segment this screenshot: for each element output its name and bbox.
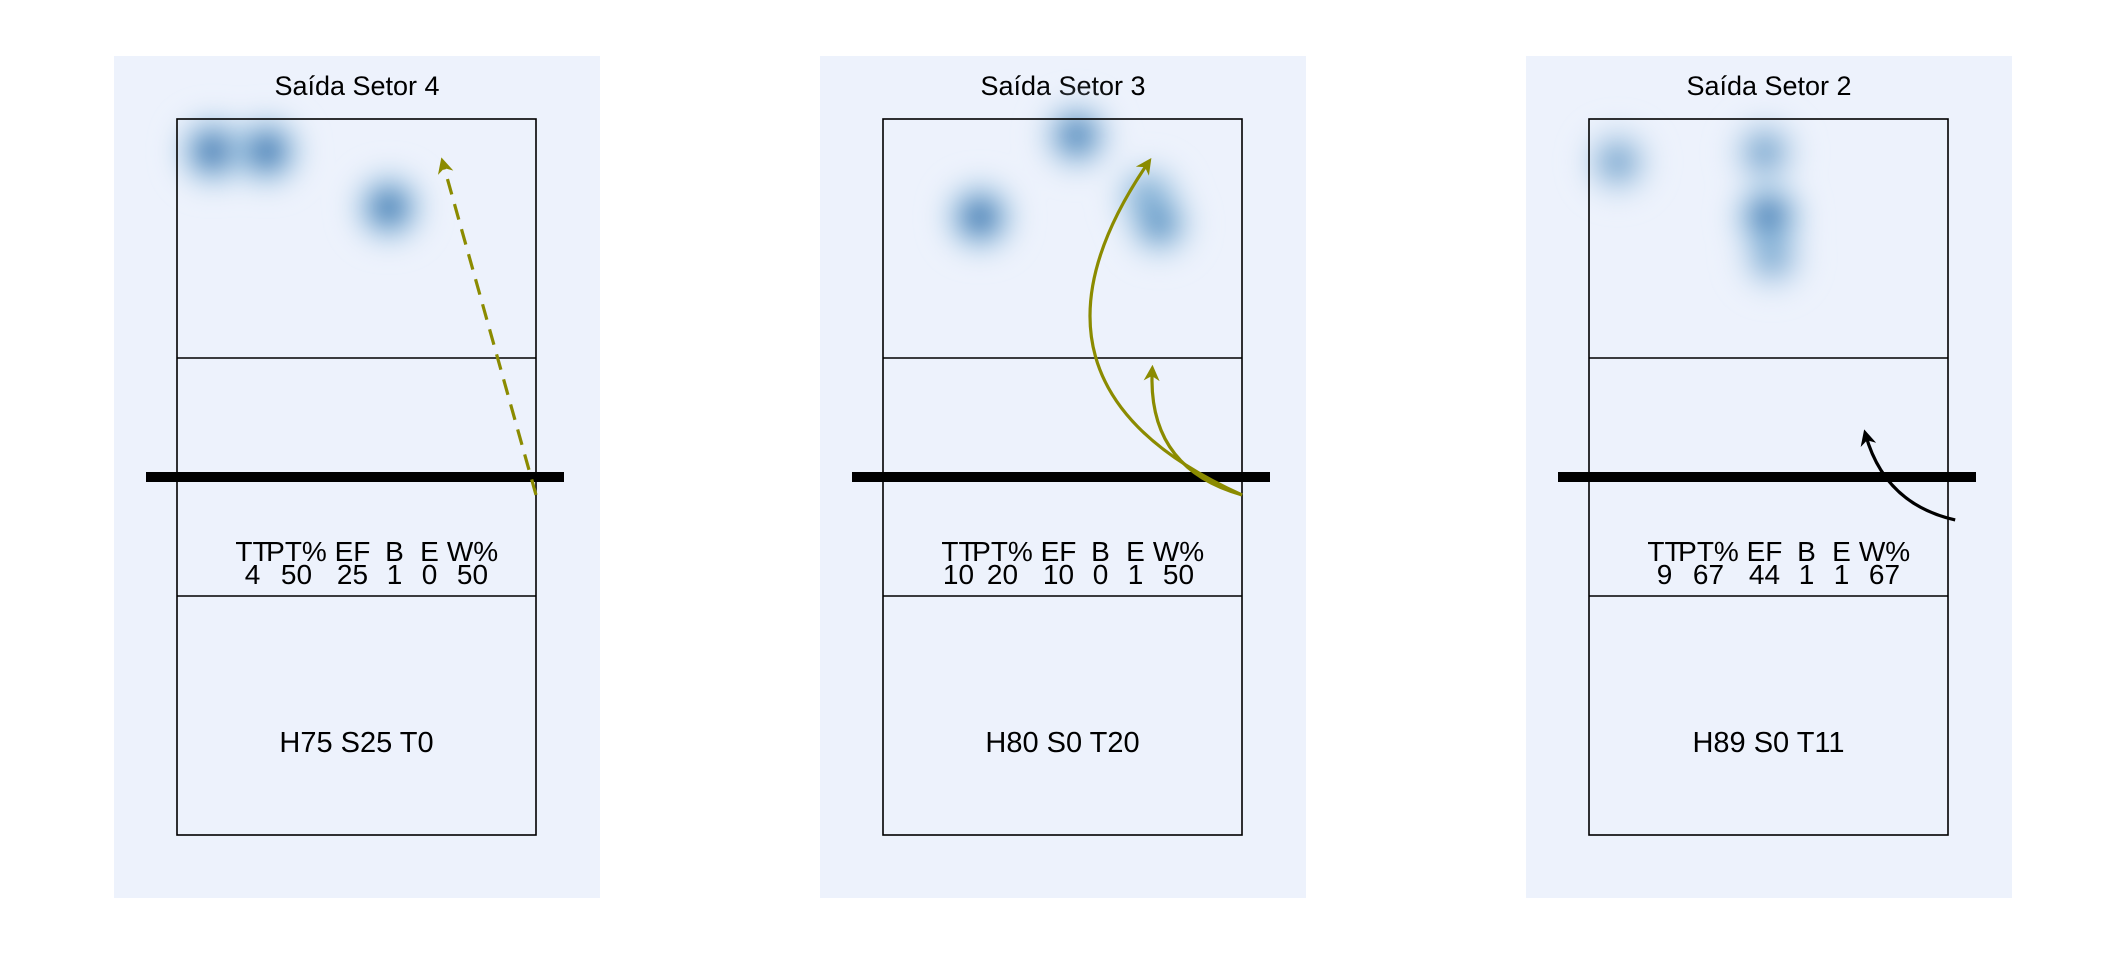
stat-value: 50 [1163, 559, 1194, 590]
stat-value: 10 [943, 559, 974, 590]
heat-blob [1736, 221, 1809, 294]
stat-value: 4 [245, 559, 261, 590]
stat-value: 67 [1869, 559, 1900, 590]
stat-value: 1 [1128, 559, 1144, 590]
stat-value: 1 [1799, 559, 1815, 590]
stat-value: 50 [281, 559, 312, 590]
heat-blob [230, 115, 303, 188]
court-panel: Saída Setor 3TT10PT%20EF10B0E1W%50H80 S0… [820, 56, 1306, 898]
attack-mix-label: H80 S0 T20 [985, 727, 1139, 759]
court-heatmap-figure: Saída Setor 4TT4PT%50EF25B1E0W%50H75 S25… [114, 56, 2012, 898]
panel-title: Saída Setor 4 [274, 71, 439, 101]
attack-mix-label: H89 S0 T11 [1692, 727, 1844, 759]
stat-value: 1 [1834, 559, 1850, 590]
stat-value: 67 [1693, 559, 1724, 590]
attack-mix-label: H75 S25 T0 [279, 727, 433, 759]
heat-blob [1040, 99, 1113, 172]
court-panel: Saída Setor 2TT9PT%67EF44B1E1W%67H89 S0 … [1526, 56, 2012, 898]
stat-value: 25 [337, 559, 368, 590]
heat-blob [1123, 188, 1196, 261]
heat-blob [943, 180, 1016, 253]
stat-value: 44 [1749, 559, 1780, 590]
court-panel: Saída Setor 4TT4PT%50EF25B1E0W%50H75 S25… [114, 56, 600, 898]
panel-title: Saída Setor 3 [980, 71, 1145, 101]
stat-value: 0 [1093, 559, 1109, 590]
heat-blob [352, 171, 425, 244]
stat-value: 50 [457, 559, 488, 590]
heat-blob [1728, 116, 1801, 189]
heat-blob [1581, 126, 1654, 199]
panel-title: Saída Setor 2 [1686, 71, 1851, 101]
stat-value: 0 [422, 559, 438, 590]
stat-value: 1 [387, 559, 403, 590]
stat-value: 9 [1657, 559, 1673, 590]
stat-value: 20 [987, 559, 1018, 590]
stat-value: 10 [1043, 559, 1074, 590]
